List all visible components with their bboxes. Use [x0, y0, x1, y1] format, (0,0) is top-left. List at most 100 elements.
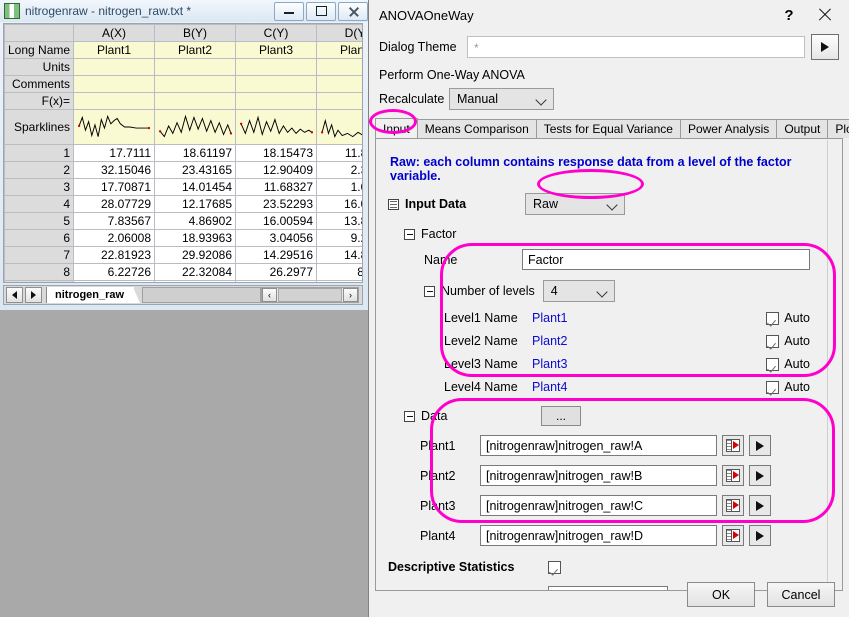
tab-power-analysis[interactable]: Power Analysis — [680, 119, 777, 138]
worksheet-restore-button[interactable] — [306, 2, 336, 21]
cancel-button[interactable]: Cancel — [767, 582, 835, 607]
row-number[interactable]: 8 — [5, 264, 74, 281]
tab-means-comparison[interactable]: Means Comparison — [417, 119, 537, 138]
cell[interactable]: 22.81923 — [74, 247, 155, 264]
level4-auto-checkbox[interactable] — [766, 381, 779, 394]
cell[interactable]: 16.00594 — [236, 213, 317, 230]
units-a[interactable] — [74, 59, 155, 76]
column-header-d[interactable]: D(Y) — [317, 25, 364, 42]
scroll-thumb[interactable] — [278, 288, 342, 302]
recalculate-select[interactable]: Manual — [449, 88, 554, 110]
row-number[interactable]: 5 — [5, 213, 74, 230]
dialog-theme-arrow-button[interactable] — [811, 34, 839, 60]
range-input-plant4[interactable]: [nitrogenraw]nitrogen_raw!D — [480, 525, 717, 546]
help-icon[interactable]: ? — [771, 2, 807, 28]
row-number[interactable]: 6 — [5, 230, 74, 247]
cell[interactable]: 8.1437 — [317, 264, 364, 281]
scroll-right-icon[interactable]: › — [343, 288, 358, 302]
cell[interactable]: 23.52293 — [236, 196, 317, 213]
cell[interactable]: 11.68327 — [236, 179, 317, 196]
range-menu-arrow-plant1[interactable] — [749, 435, 771, 456]
sparkline-a[interactable] — [74, 110, 155, 145]
sparkline-c[interactable] — [236, 110, 317, 145]
cell[interactable]: 3.04056 — [236, 230, 317, 247]
cell[interactable]: 32.15046 — [74, 162, 155, 179]
range-menu-arrow-plant2[interactable] — [749, 465, 771, 486]
cell[interactable]: 18.93963 — [155, 230, 236, 247]
cell[interactable]: 7.83567 — [74, 213, 155, 230]
cell[interactable]: 18.61197 — [155, 145, 236, 162]
cell[interactable]: 17.7111 — [74, 145, 155, 162]
range-input-plant3[interactable]: [nitrogenraw]nitrogen_raw!C — [480, 495, 717, 516]
fx-a[interactable] — [74, 93, 155, 110]
cell[interactable]: 29.92086 — [155, 247, 236, 264]
collapse-factor-icon[interactable] — [404, 229, 415, 240]
cell[interactable]: 20.46398 — [155, 281, 236, 284]
tree-node-icon[interactable] — [388, 199, 399, 210]
fx-c[interactable] — [236, 93, 317, 110]
cell[interactable]: 22.32084 — [155, 264, 236, 281]
select-range-icon-plant3[interactable] — [722, 495, 744, 516]
number-of-levels-select[interactable]: 4 — [543, 280, 615, 302]
column-header-c[interactable]: C(Y) — [236, 25, 317, 42]
ok-button[interactable]: OK — [687, 582, 755, 607]
worksheet-horizontal-scrollbar[interactable]: ‹ › — [261, 287, 359, 303]
range-menu-arrow-plant3[interactable] — [749, 495, 771, 516]
fx-d[interactable] — [317, 93, 364, 110]
row-number[interactable]: 4 — [5, 196, 74, 213]
long-name-b[interactable]: Plant2 — [155, 42, 236, 59]
cell[interactable]: 12.25362 — [74, 281, 155, 284]
worksheet-close-button[interactable] — [338, 2, 368, 21]
cell[interactable]: 4.86902 — [155, 213, 236, 230]
range-menu-arrow-plant4[interactable] — [749, 525, 771, 546]
cell[interactable]: 28.07729 — [74, 196, 155, 213]
comments-d[interactable] — [317, 76, 364, 93]
tab-output[interactable]: Output — [776, 119, 828, 138]
column-header-b[interactable]: B(Y) — [155, 25, 236, 42]
tab-tests-for-equal-variance[interactable]: Tests for Equal Variance — [536, 119, 681, 138]
prev-sheet-icon[interactable] — [6, 287, 23, 303]
select-range-icon-plant2[interactable] — [722, 465, 744, 486]
long-name-d[interactable]: Plant4 — [317, 42, 364, 59]
cell[interactable]: 12.90409 — [236, 162, 317, 179]
next-sheet-icon[interactable] — [25, 287, 42, 303]
row-number[interactable]: 7 — [5, 247, 74, 264]
cell[interactable]: 6.22726 — [74, 264, 155, 281]
cell[interactable]: 14.29516 — [236, 247, 317, 264]
cell[interactable]: 11.81661 — [317, 145, 364, 162]
cell[interactable]: 0.89452 — [317, 281, 364, 284]
level2-auto-checkbox[interactable] — [766, 335, 779, 348]
level3-auto-checkbox[interactable] — [766, 358, 779, 371]
grid-corner[interactable] — [5, 25, 74, 42]
close-icon[interactable] — [807, 2, 843, 28]
units-b[interactable] — [155, 59, 236, 76]
descriptive-statistics-checkbox[interactable] — [548, 561, 561, 574]
units-d[interactable] — [317, 59, 364, 76]
select-range-icon-plant4[interactable] — [722, 525, 744, 546]
comments-a[interactable] — [74, 76, 155, 93]
cell[interactable]: 26.2977 — [236, 264, 317, 281]
fx-b[interactable] — [155, 93, 236, 110]
column-header-a[interactable]: A(X) — [74, 25, 155, 42]
cell[interactable]: 27.19654 — [236, 281, 317, 284]
row-number[interactable]: 3 — [5, 179, 74, 196]
tab-input[interactable]: Input — [375, 118, 418, 138]
scroll-left-icon[interactable]: ‹ — [262, 288, 277, 302]
collapse-levels-icon[interactable] — [424, 286, 435, 297]
cell[interactable]: 9.22245 — [317, 230, 364, 247]
level1-auto-checkbox[interactable] — [766, 312, 779, 325]
worksheet-grid[interactable]: A(X) B(Y) C(Y) D(Y) Long Name Plant1 Pla… — [3, 23, 363, 283]
input-data-select[interactable]: Raw — [525, 193, 625, 215]
sheet-tab-nitrogen-raw[interactable]: nitrogen_raw — [46, 287, 134, 303]
cell[interactable]: 13.85077 — [317, 213, 364, 230]
long-name-c[interactable]: Plant3 — [236, 42, 317, 59]
cell[interactable]: 14.86523 — [317, 247, 364, 264]
collapse-data-icon[interactable] — [404, 411, 415, 422]
comments-b[interactable] — [155, 76, 236, 93]
row-number[interactable]: 2 — [5, 162, 74, 179]
cell[interactable]: 2.39438 — [317, 162, 364, 179]
row-number[interactable]: 9 — [5, 281, 74, 284]
row-number[interactable]: 1 — [5, 145, 74, 162]
cell[interactable]: 1.09914 — [317, 179, 364, 196]
cell[interactable]: 23.43165 — [155, 162, 236, 179]
